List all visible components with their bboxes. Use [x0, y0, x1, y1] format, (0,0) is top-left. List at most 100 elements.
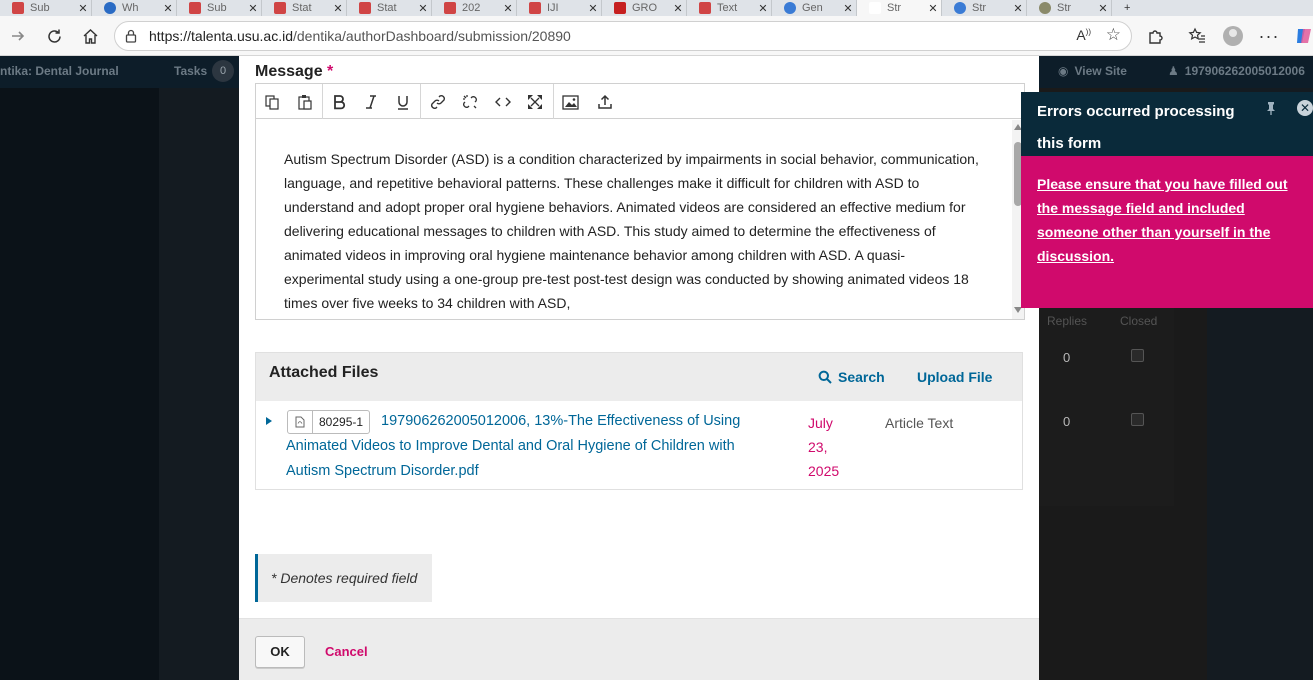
pin-icon[interactable] — [1265, 101, 1277, 118]
tab-close-icon[interactable]: ✕ — [1095, 2, 1111, 15]
upload-button[interactable] — [592, 89, 618, 115]
copy-button[interactable] — [259, 89, 285, 115]
file-id: 80295-1 — [319, 415, 364, 429]
back-button[interactable] — [6, 24, 30, 48]
error-message-link[interactable]: Please ensure that you have filled out t… — [1037, 172, 1297, 268]
ok-button[interactable]: OK — [255, 636, 305, 668]
tab-favicon-icon — [699, 2, 711, 14]
favorites-button[interactable] — [1185, 24, 1209, 48]
browser-tab[interactable]: Str ✕ — [942, 0, 1027, 16]
tab-close-icon[interactable]: ✕ — [670, 2, 686, 15]
tab-close-icon[interactable]: ✕ — [75, 2, 91, 15]
paste-icon — [298, 95, 312, 110]
cancel-button[interactable]: Cancel — [325, 644, 368, 659]
home-icon — [83, 28, 97, 44]
tab-favicon-icon — [869, 2, 881, 14]
tab-close-icon[interactable]: ✕ — [755, 2, 771, 15]
closed-checkbox — [1131, 349, 1144, 362]
browser-tab[interactable]: Wh ✕ — [92, 0, 177, 16]
tab-close-icon[interactable]: ✕ — [585, 2, 601, 15]
browser-tab[interactable]: Sub ✕ — [0, 0, 92, 16]
tab-favicon-icon — [274, 2, 286, 14]
tasks-count-badge: 0 — [212, 60, 234, 82]
browser-tab[interactable]: Text ✕ — [687, 0, 772, 16]
tab-close-icon[interactable]: ✕ — [330, 2, 346, 15]
close-notification-icon[interactable]: ✕ — [1297, 100, 1313, 116]
more-menu-button[interactable]: ··· — [1257, 24, 1281, 48]
bold-button[interactable] — [326, 89, 352, 115]
unlink-icon — [463, 95, 477, 109]
tab-favicon-icon — [12, 2, 24, 14]
refresh-button[interactable] — [42, 24, 66, 48]
browser-tab[interactable]: Gen ✕ — [772, 0, 857, 16]
tab-favicon-icon — [189, 2, 201, 14]
browser-tab[interactable]: Str ✕ — [1027, 0, 1112, 16]
view-site-link: ◉ View Site — [1058, 64, 1127, 78]
error-header: Errors occurred processing this form ✕ — [1021, 92, 1313, 156]
message-textarea[interactable]: Autism Spectrum Disorder (ASD) is a cond… — [256, 120, 1012, 320]
tab-close-icon[interactable]: ✕ — [1010, 2, 1026, 15]
username: 197906262005012006 — [1184, 64, 1305, 78]
home-button[interactable] — [78, 24, 102, 48]
closed-header: Closed — [1120, 314, 1158, 328]
tab-favicon-icon — [784, 2, 796, 14]
new-tab-button[interactable]: + — [1112, 0, 1152, 16]
toolbar-separator — [322, 84, 323, 119]
toolbar-separator — [420, 84, 421, 119]
tab-close-icon[interactable]: ✕ — [415, 2, 431, 15]
insert-link-button[interactable] — [425, 89, 451, 115]
browser-tab[interactable]: Stat ✕ — [347, 0, 432, 16]
required-asterisk: * — [327, 63, 334, 80]
tab-close-icon[interactable]: ✕ — [245, 2, 261, 15]
copilot-icon — [1297, 29, 1311, 43]
tab-favicon-icon — [954, 2, 966, 14]
image-icon — [561, 94, 579, 110]
expand-row-icon[interactable] — [266, 417, 272, 425]
editor-toolbar — [256, 84, 1024, 119]
copilot-button[interactable] — [1292, 24, 1313, 48]
read-aloud-icon[interactable]: A)) — [1076, 27, 1091, 43]
code-icon — [495, 97, 511, 107]
replies-count: 0 — [1063, 414, 1071, 429]
favorites-list-icon — [1188, 27, 1205, 43]
tab-favicon-icon — [444, 2, 456, 14]
address-bar[interactable]: https://talenta.usu.ac.id/dentika/author… — [114, 21, 1132, 51]
extensions-button[interactable] — [1144, 24, 1168, 48]
lock-icon[interactable] — [125, 29, 137, 46]
tab-close-icon[interactable]: ✕ — [160, 2, 176, 15]
bold-icon — [334, 95, 346, 110]
browser-tab[interactable]: IJI ✕ — [517, 0, 602, 16]
unlink-button[interactable] — [457, 89, 483, 115]
browser-toolbar: https://talenta.usu.ac.id/dentika/author… — [0, 16, 1313, 56]
tab-favicon-icon — [1039, 2, 1051, 14]
message-label-text: Message — [255, 63, 323, 80]
search-files-button[interactable]: Search — [818, 369, 885, 385]
site-title: ntika: Dental Journal — [0, 64, 119, 78]
url-text[interactable]: https://talenta.usu.ac.id/dentika/author… — [149, 28, 571, 44]
profile-button[interactable] — [1221, 24, 1245, 48]
tab-close-icon[interactable]: ✕ — [840, 2, 856, 15]
search-icon — [818, 370, 832, 384]
browser-tab[interactable]: GRO ✕ — [602, 0, 687, 16]
user-menu: ♟ 197906262005012006 — [1168, 64, 1305, 78]
browser-tab[interactable]: Stat ✕ — [262, 0, 347, 16]
tab-favicon-icon — [614, 2, 626, 14]
italic-button[interactable] — [358, 89, 384, 115]
upload-file-button[interactable]: Upload File — [917, 369, 992, 385]
underline-button[interactable] — [390, 89, 416, 115]
tab-favicon-icon — [359, 2, 371, 14]
source-code-button[interactable] — [490, 89, 516, 115]
tab-close-icon[interactable]: ✕ — [500, 2, 516, 15]
browser-tab-active[interactable]: Str ✕ — [857, 0, 942, 16]
tab-close-icon[interactable]: ✕ — [925, 2, 941, 15]
attached-files-title: Attached Files — [269, 364, 379, 381]
paste-button[interactable] — [292, 89, 318, 115]
favorite-star-icon[interactable]: ☆ — [1106, 25, 1121, 45]
message-editor[interactable]: Autism Spectrum Disorder (ASD) is a cond… — [255, 83, 1025, 320]
url-host: https://talenta.usu.ac.id — [149, 28, 293, 44]
insert-image-button[interactable] — [557, 89, 583, 115]
browser-tab[interactable]: 202 ✕ — [432, 0, 517, 16]
browser-tab[interactable]: Sub ✕ — [177, 0, 262, 16]
fullscreen-button[interactable] — [522, 89, 548, 115]
search-label: Search — [838, 369, 885, 385]
